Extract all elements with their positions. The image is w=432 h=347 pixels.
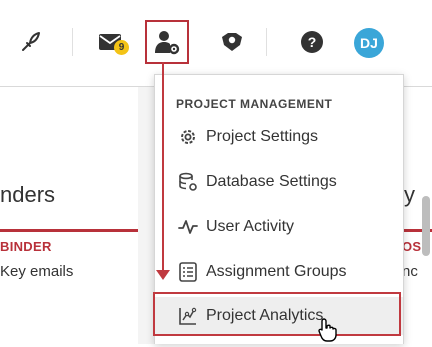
gear-icon [177, 126, 199, 148]
activity-icon [177, 216, 199, 238]
menu-item-label: User Activity [206, 218, 295, 235]
menu-item-project-settings[interactable]: Project Settings [155, 118, 403, 156]
card-label-right: OS [402, 239, 422, 254]
menu-section-header: PROJECT MANAGEMENT [176, 97, 333, 111]
card-text-right: nc [402, 263, 418, 280]
menu-item-assignment-groups[interactable]: Assignment Groups [155, 253, 403, 291]
divider [266, 28, 267, 56]
help-icon[interactable]: ? [296, 26, 328, 58]
card-label-left: BINDER [0, 239, 52, 254]
mail-count-badge: 9 [114, 40, 129, 55]
menu-item-label: Database Settings [206, 173, 337, 190]
card-text-left: Key emails [0, 263, 74, 280]
quill-icon[interactable] [14, 26, 46, 58]
menu-item-label: Project Settings [206, 128, 319, 145]
annotation-arrow-head [156, 270, 170, 280]
annotation-arrow-line [162, 62, 164, 276]
user-avatar[interactable]: DJ [354, 28, 384, 58]
shield-icon[interactable] [216, 26, 248, 58]
divider [72, 28, 73, 56]
highlight-frame [153, 292, 401, 336]
menu-item-label: Assignment Groups [206, 263, 347, 280]
menu-item-database-settings[interactable]: Database Settings [155, 163, 403, 201]
menu-item-user-activity[interactable]: User Activity [155, 208, 403, 246]
active-icon-highlight [145, 20, 189, 64]
database-gear-icon [177, 171, 199, 193]
card-title-left: nders [0, 182, 56, 207]
svg-text:?: ? [308, 34, 317, 50]
scrollbar[interactable] [422, 196, 430, 256]
card-accent-line [0, 229, 138, 232]
left-card [0, 87, 138, 344]
list-icon [177, 261, 199, 283]
card-title-right: y [404, 182, 415, 207]
